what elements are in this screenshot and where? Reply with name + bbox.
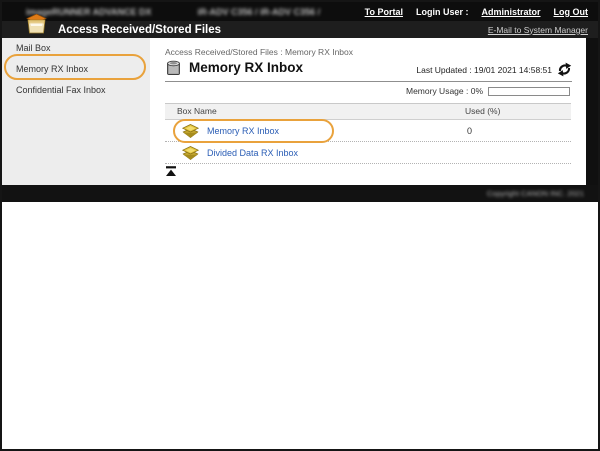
used-percent-value: 0 [467, 126, 472, 136]
top-bar: imageRUNNER ADVANCE DX iR-ADV C356 / iR-… [2, 2, 598, 21]
footer-bar: Copyright CANON INC. 2021 [2, 185, 598, 202]
device-name-text: iR-ADV C356 / iR-ADV C356 / [198, 7, 321, 17]
inbox-box-icon [182, 146, 199, 160]
table-row: Memory RX Inbox 0 [165, 120, 571, 142]
sidebar-item-confidential-fax-inbox[interactable]: Confidential Fax Inbox [2, 80, 150, 101]
sidebar-item-mail-box[interactable]: Mail Box [2, 38, 150, 59]
memory-usage-bar [488, 87, 570, 96]
storage-box-icon [165, 59, 182, 76]
main-content: Access Received/Stored Files : Memory RX… [150, 38, 586, 185]
memory-usage-label: Memory Usage : 0% [406, 86, 483, 96]
memory-rx-inbox-link[interactable]: Memory RX Inbox [207, 126, 279, 136]
app-title: Access Received/Stored Files [58, 24, 221, 36]
title-divider [165, 81, 572, 82]
table-row: Divided Data RX Inbox [165, 142, 571, 164]
table-header: Box Name Used (%) [165, 103, 571, 120]
back-to-top-icon[interactable] [165, 165, 177, 177]
email-to-system-manager-link[interactable]: E-Mail to System Manager [488, 25, 598, 35]
column-header-used: Used (%) [465, 104, 500, 119]
divided-data-rx-inbox-link[interactable]: Divided Data RX Inbox [207, 148, 298, 158]
breadcrumb: Access Received/Stored Files : Memory RX… [165, 47, 353, 57]
log-out-link[interactable]: Log Out [554, 7, 589, 17]
app-title-bar: Access Received/Stored Files E-Mail to S… [2, 21, 598, 38]
login-user-label: Login User : [416, 7, 469, 17]
copyright-text: Copyright CANON INC. 2021 [487, 189, 598, 198]
inbox-box-icon [182, 124, 199, 138]
to-portal-link[interactable]: To Portal [365, 7, 403, 17]
last-updated-text: Last Updated : 19/01 2021 14:58:51 [416, 65, 552, 75]
sidebar-item-memory-rx-inbox[interactable]: Memory RX Inbox [2, 59, 150, 80]
open-box-icon [25, 14, 48, 35]
sidebar: Mail Box Memory RX Inbox Confidential Fa… [2, 38, 150, 185]
right-margin-strip [586, 38, 598, 185]
column-header-box-name: Box Name [177, 104, 217, 119]
refresh-icon[interactable] [557, 62, 572, 77]
page-title: Memory RX Inbox [189, 60, 303, 75]
remote-ui-screenshot: imageRUNNER ADVANCE DX iR-ADV C356 / iR-… [0, 0, 600, 451]
login-user-name-link[interactable]: Administrator [481, 7, 540, 17]
